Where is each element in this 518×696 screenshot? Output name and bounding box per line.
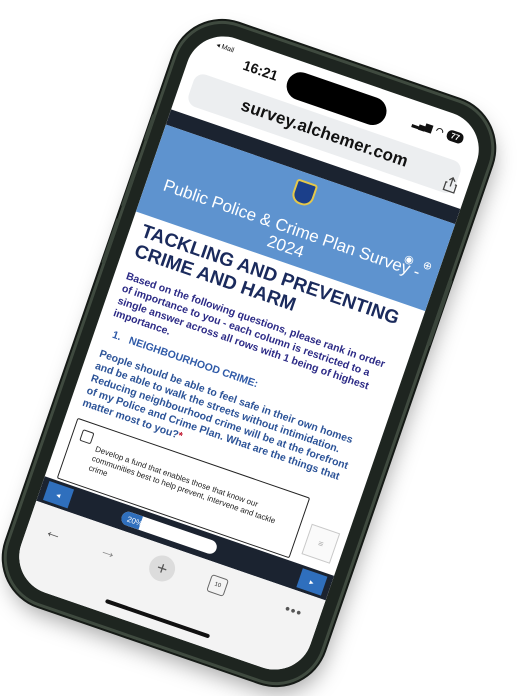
- battery-indicator: 77: [445, 128, 465, 145]
- volume-up-button: [120, 160, 141, 208]
- option-checkbox[interactable]: [79, 429, 95, 445]
- question-number: 1.: [110, 328, 123, 344]
- more-menu-icon[interactable]: •••: [283, 600, 305, 621]
- signal-icon: ▂▄▆: [411, 117, 434, 134]
- new-tab-button[interactable]: +: [145, 551, 179, 585]
- forward-arrow-icon[interactable]: →: [97, 539, 121, 565]
- home-indicator: [104, 598, 211, 639]
- back-arrow-icon[interactable]: ←: [42, 520, 66, 546]
- progress-fill: 20%: [119, 509, 145, 530]
- rank-placeholder-icon: ≡: [316, 538, 325, 550]
- volume-down-button: [101, 217, 121, 265]
- rank-select[interactable]: ≡: [301, 523, 341, 564]
- wifi-icon: ◠: [434, 125, 446, 138]
- arrow-right-icon: ▸: [308, 577, 316, 587]
- clock: 16:21: [241, 56, 281, 84]
- back-to-mail-link[interactable]: ◂ Mail: [215, 41, 235, 55]
- arrow-left-icon: ◂: [55, 489, 62, 500]
- progress-label: 20%: [126, 514, 145, 528]
- crest-logo: [289, 178, 319, 209]
- tabs-button[interactable]: 10: [206, 574, 230, 597]
- mute-switch: [143, 113, 157, 142]
- status-icons: ▂▄▆ ◠ 77: [411, 117, 465, 145]
- phone: ◂ Mail 16:21 ▂▄▆ ◠ 77 survey.alchemer.co…: [0, 10, 505, 696]
- phone-screen: ◂ Mail 16:21 ▂▄▆ ◠ 77 survey.alchemer.co…: [8, 26, 490, 680]
